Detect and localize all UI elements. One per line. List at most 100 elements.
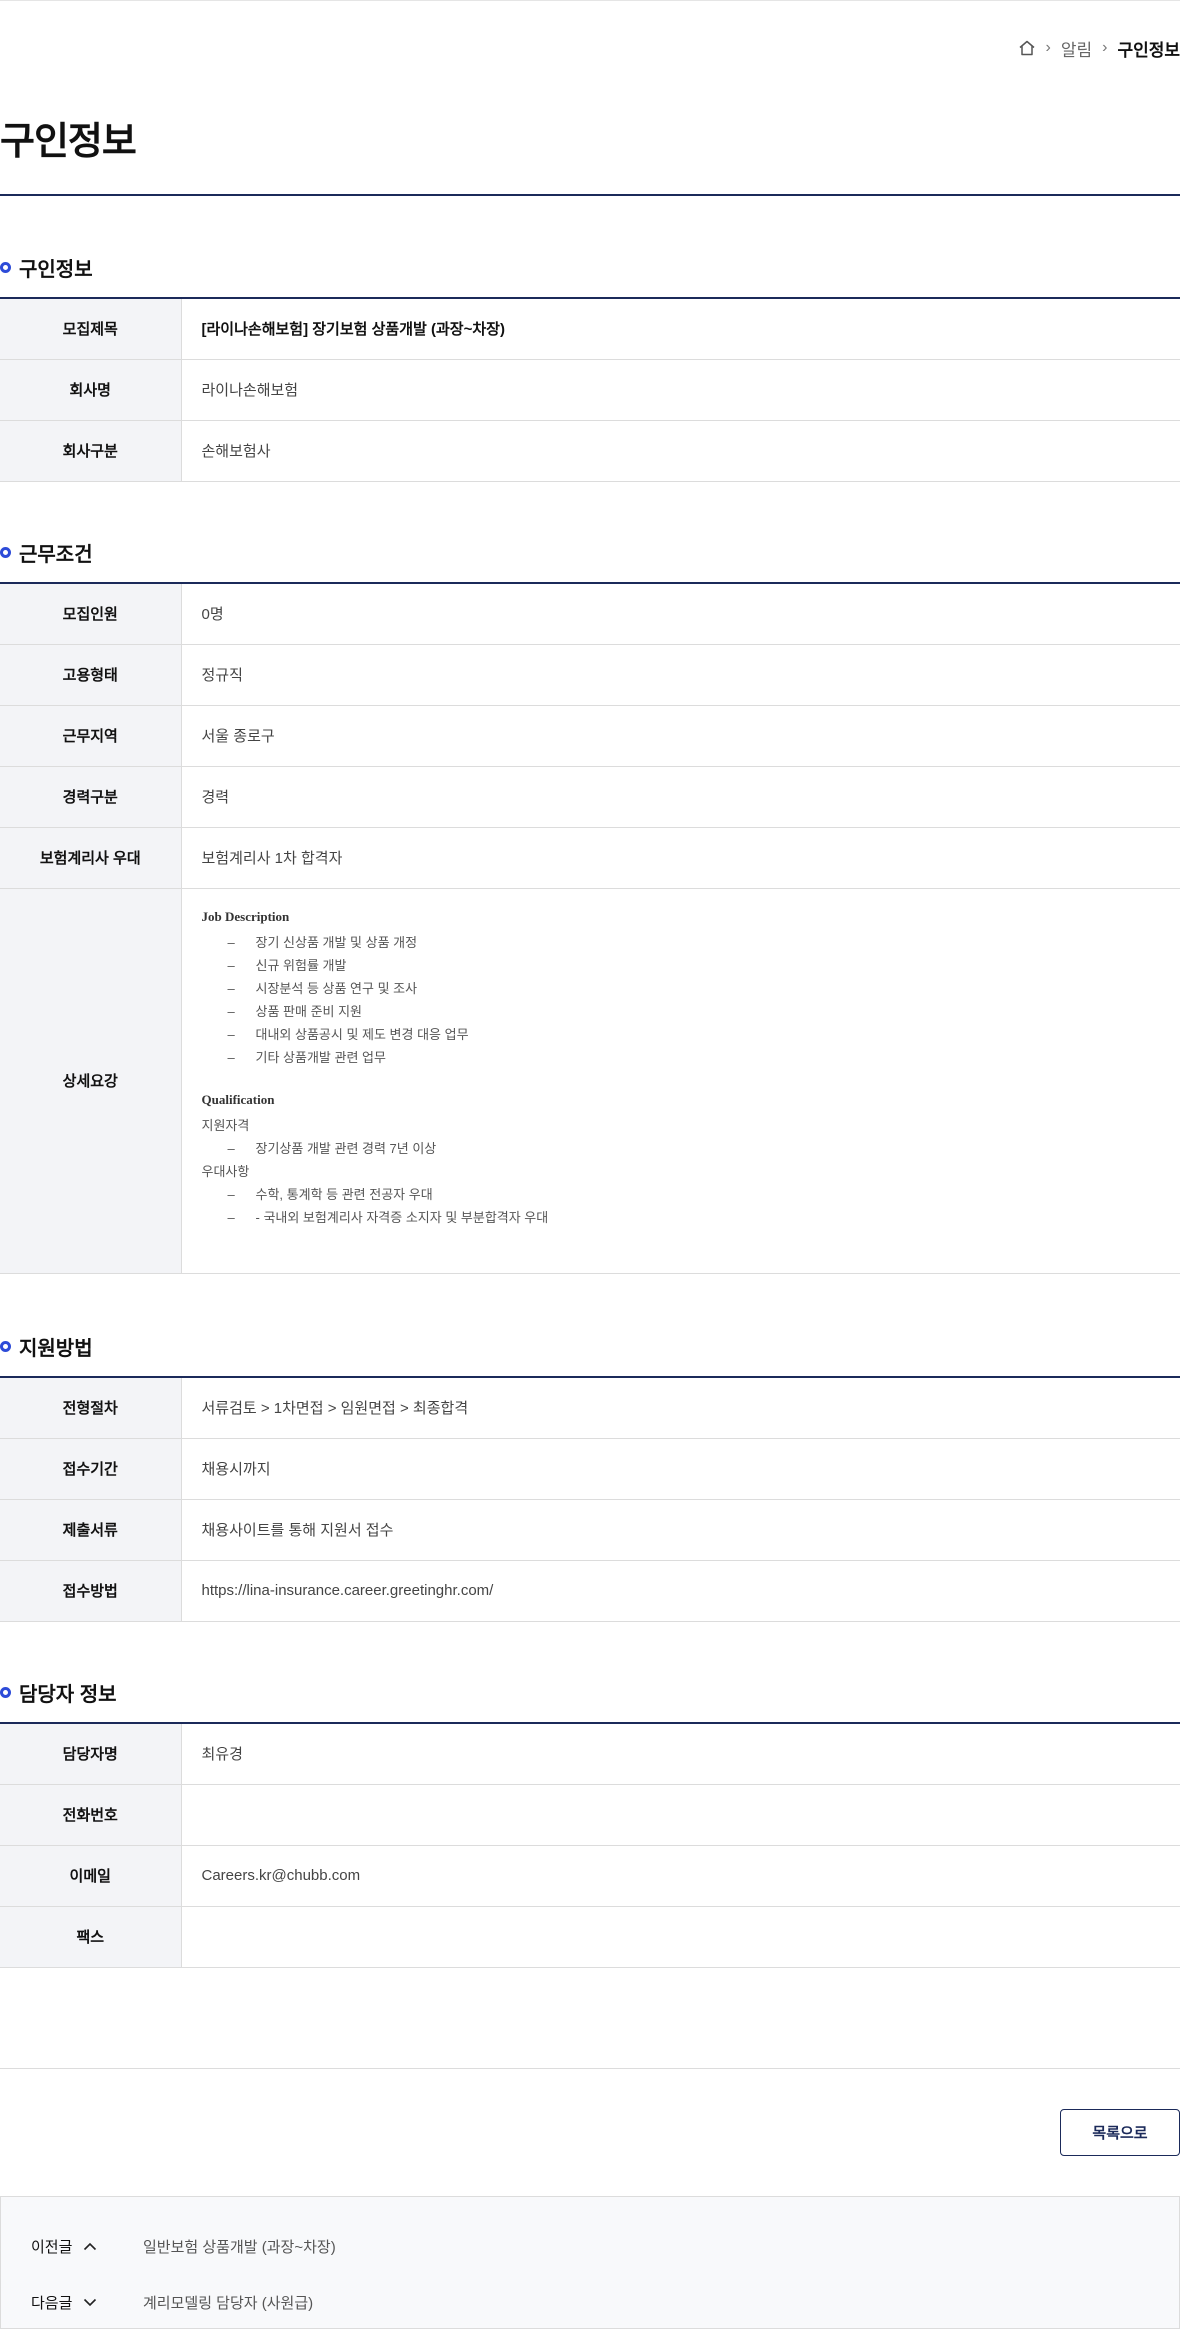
- row-value: 정규직: [181, 644, 1180, 706]
- job-info-table: 모집제목 [라이나손해보험] 장기보험 상품개발 (과장~차장) 회사명 라이나…: [0, 297, 1180, 482]
- chevron-right-icon: ›: [1102, 39, 1108, 56]
- table-row: 접수기간 채용시까지: [0, 1438, 1180, 1500]
- table-row: 모집제목 [라이나손해보험] 장기보험 상품개발 (과장~차장): [0, 298, 1180, 360]
- section-job-header: 구인정보: [0, 252, 93, 282]
- row-value: 라이나손해보험: [181, 359, 1180, 421]
- detail-subheading: 우대사항: [201, 1163, 250, 1179]
- detail-item: – - 국내외 보험계리사 자격증 소지자 및 부분합격자 우대: [227, 1209, 549, 1225]
- row-label: 이메일: [0, 1845, 182, 1907]
- top-divider: [0, 0, 1180, 1]
- detail-item: – 상품 판매 준비 지원: [227, 1003, 363, 1019]
- row-label: 회사구분: [0, 420, 182, 482]
- section-title: 담당자 정보: [19, 1683, 117, 1706]
- prev-label: 이전글: [31, 2238, 73, 2256]
- table-row: 회사구분 손해보험사: [0, 420, 1180, 482]
- row-label: 담당자명: [0, 1723, 182, 1785]
- table-row: 모집인원 0명: [0, 583, 1180, 645]
- row-value: 보험계리사 1차 합격자: [181, 827, 1180, 889]
- row-label: 전화번호: [0, 1784, 182, 1846]
- table-row: 담당자명 최유경: [0, 1723, 1180, 1785]
- detail-item: – 기타 상품개발 관련 업무: [227, 1049, 386, 1065]
- section-work-header: 근무조건: [0, 537, 93, 567]
- row-value: 채용시까지: [181, 1438, 1180, 1500]
- row-value: 0명: [181, 583, 1180, 645]
- table-row: 접수방법 https://lina-insurance.career.greet…: [0, 1560, 1180, 1622]
- row-label: 보험계리사 우대: [0, 827, 182, 889]
- table-row: 상세요강 Job Description – 장기 신상품 개발 및 상품 개정 …: [0, 888, 1180, 1274]
- detail-heading: Job Description: [201, 908, 290, 924]
- detail-item: – 장기 신상품 개발 및 상품 개정: [227, 934, 418, 950]
- row-label: 제출서류: [0, 1499, 182, 1561]
- contact-info-table: 담당자명 최유경 전화번호 이메일 Careers.kr@chubb.com 팩…: [0, 1722, 1180, 1968]
- next-label: 다음글: [31, 2294, 73, 2312]
- breadcrumb-item-current: 구인정보: [1117, 40, 1180, 60]
- job-detail: Job Description – 장기 신상품 개발 및 상품 개정 – 신규 위…: [181, 888, 1180, 1274]
- home-icon[interactable]: [1018, 39, 1036, 57]
- row-label: 회사명: [0, 359, 182, 421]
- table-row: 제출서류 채용사이트를 통해 지원서 접수: [0, 1499, 1180, 1561]
- row-value: Careers.kr@chubb.com: [181, 1845, 1180, 1907]
- row-value: 채용사이트를 통해 지원서 접수: [181, 1499, 1180, 1561]
- section-title: 구인정보: [19, 258, 93, 281]
- table-row: 회사명 라이나손해보험: [0, 359, 1180, 421]
- bullet-icon: [0, 546, 11, 558]
- detail-item: – 수학, 통계학 등 관련 전공자 우대: [227, 1186, 433, 1202]
- detail-subheading: 지원자격: [201, 1117, 250, 1133]
- row-label: 전형절차: [0, 1377, 182, 1439]
- chevron-up-icon: [83, 2242, 99, 2251]
- row-value: 손해보험사: [181, 420, 1180, 482]
- row-label: 접수기간: [0, 1438, 182, 1500]
- bottom-divider: [0, 2068, 1180, 2069]
- row-value: 최유경: [181, 1723, 1180, 1785]
- row-label: 접수방법: [0, 1560, 182, 1622]
- row-value: 서울 종로구: [181, 705, 1180, 767]
- chevron-right-icon: ›: [1045, 39, 1051, 56]
- table-row: 고용형태 정규직: [0, 644, 1180, 706]
- apply-method-table: 전형절차 서류검토 > 1차면접 > 임원면접 > 최종합격 접수기간 채용시까…: [0, 1376, 1180, 1622]
- title-divider: [0, 194, 1180, 196]
- row-label: 상세요강: [0, 888, 182, 1274]
- next-post-title[interactable]: 계리모델링 담당자 (사원급): [143, 2292, 313, 2313]
- table-row: 보험계리사 우대 보험계리사 1차 합격자: [0, 827, 1180, 889]
- post-navigation: 이전글 일반보험 상품개발 (과장~차장) 다음글 계리모델링 담당자 (사원급…: [0, 2196, 1180, 2329]
- row-label: 경력구분: [0, 766, 182, 828]
- application-url: https://lina-insurance.career.greetinghr…: [181, 1560, 1180, 1622]
- detail-item: – 신규 위험률 개발: [227, 957, 347, 973]
- detail-item: – 장기상품 개발 관련 경력 7년 이상: [227, 1140, 437, 1156]
- breadcrumb-item-notice[interactable]: 알림: [1061, 36, 1092, 61]
- row-value: [181, 1906, 1180, 1968]
- section-title: 근무조건: [19, 543, 93, 566]
- table-row: 경력구분 경력: [0, 766, 1180, 828]
- table-row: 이메일 Careers.kr@chubb.com: [0, 1845, 1180, 1907]
- row-value: 서류검토 > 1차면접 > 임원면접 > 최종합격: [181, 1377, 1180, 1439]
- row-label: 근무지역: [0, 705, 182, 767]
- detail-heading: Qualification: [201, 1091, 275, 1107]
- table-row: 전화번호: [0, 1784, 1180, 1846]
- detail-item: – 대내외 상품공시 및 제도 변경 대응 업무: [227, 1026, 469, 1042]
- back-to-list-button[interactable]: 목록으로: [1060, 2109, 1180, 2156]
- section-apply-header: 지원방법: [0, 1331, 93, 1361]
- row-label: 모집인원: [0, 583, 182, 645]
- table-row: 전형절차 서류검토 > 1차면접 > 임원면접 > 최종합격: [0, 1377, 1180, 1439]
- section-contact-header: 담당자 정보: [0, 1677, 117, 1707]
- work-conditions-table: 모집인원 0명 고용형태 정규직 근무지역 서울 종로구 경력구분 경력 보험계…: [0, 582, 1180, 1274]
- row-value: 경력: [181, 766, 1180, 828]
- prev-post-title[interactable]: 일반보험 상품개발 (과장~차장): [143, 2236, 336, 2257]
- chevron-down-icon: [83, 2298, 99, 2307]
- bullet-icon: [0, 1340, 11, 1352]
- row-label: 팩스: [0, 1906, 182, 1968]
- row-label: 모집제목: [0, 298, 182, 360]
- bullet-icon: [0, 1686, 11, 1698]
- page-title: 구인정보: [0, 121, 137, 163]
- row-value: [라이나손해보험] 장기보험 상품개발 (과장~차장): [181, 298, 1180, 360]
- section-title: 지원방법: [19, 1337, 93, 1360]
- row-value: [181, 1784, 1180, 1846]
- table-row: 근무지역 서울 종로구: [0, 705, 1180, 767]
- breadcrumb: › 알림 › 구인정보: [1018, 36, 1180, 60]
- prev-post-link[interactable]: 이전글 일반보험 상품개발 (과장~차장): [31, 2234, 336, 2258]
- table-row: 팩스: [0, 1906, 1180, 1968]
- detail-item: – 시장분석 등 상품 연구 및 조사: [227, 980, 418, 996]
- row-label: 고용형태: [0, 644, 182, 706]
- next-post-link[interactable]: 다음글 계리모델링 담당자 (사원급): [31, 2290, 313, 2314]
- bullet-icon: [0, 261, 11, 273]
